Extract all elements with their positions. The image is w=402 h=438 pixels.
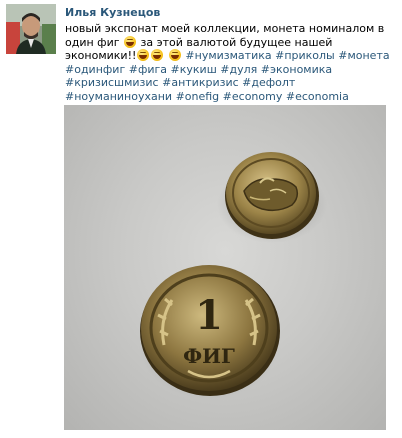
hashtag-link[interactable]: #экономика (261, 63, 332, 76)
coin-word-text: ФИГ (183, 344, 235, 368)
hashtag-link[interactable]: #economy (223, 90, 283, 103)
hashtag-link[interactable]: #дуля (220, 63, 257, 76)
hashtag-link[interactable]: #economia (286, 90, 349, 103)
grinning-emoji-icon (168, 49, 181, 61)
author-name[interactable]: Илья Кузнецов (65, 6, 160, 19)
post-photo[interactable]: 1 ФИГ (64, 105, 386, 430)
post: Илья Кузнецов новый экспонат моей коллек… (0, 0, 402, 438)
hashtag-link[interactable]: #нумизматика (185, 49, 271, 62)
hashtag-link[interactable]: #приколы (275, 49, 335, 62)
hashtag-link[interactable]: #одинфиг (65, 63, 125, 76)
coins-photo: 1 ФИГ (139, 152, 327, 399)
hashtag-link[interactable]: #onefig (176, 90, 220, 103)
hashtag-link[interactable]: #ноуманиноухани (65, 90, 172, 103)
hashtag-link[interactable]: #кукиш (171, 63, 217, 76)
coin-value-text: 1 (195, 292, 223, 339)
hashtag-link[interactable]: #антикризис (162, 76, 239, 89)
hashtag-link[interactable]: #монета (338, 49, 389, 62)
coin-value-side: 1 ФИГ (140, 265, 280, 396)
hashtag-link[interactable]: #кризисшмизис (65, 76, 159, 89)
avatar[interactable] (6, 4, 56, 54)
post-text: новый экспонат моей коллекции, монета но… (65, 22, 390, 103)
hashtag-link[interactable]: #дефолт (242, 76, 295, 89)
hashtag-link[interactable]: #фига (129, 63, 167, 76)
laughing-emoji-icon (124, 35, 137, 48)
coin-fist-side (225, 152, 319, 239)
grinning-emoji-icon (137, 49, 150, 61)
grinning-emoji-icon (151, 49, 164, 61)
